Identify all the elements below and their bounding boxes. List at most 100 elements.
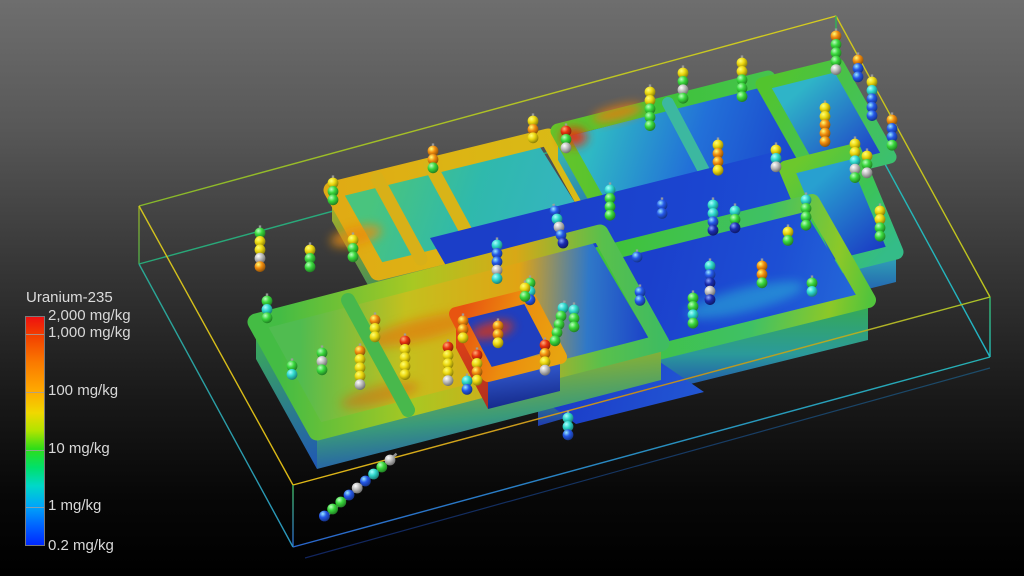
- borehole-string: [370, 312, 381, 342]
- sample-sphere: [287, 369, 298, 380]
- sample-sphere: [348, 251, 359, 262]
- sample-sphere: [783, 235, 794, 246]
- borehole-string: [493, 318, 504, 348]
- sample-sphere: [730, 222, 741, 233]
- borehole-string: [705, 258, 716, 305]
- borehole-string: [328, 175, 339, 205]
- borehole-string: [853, 52, 864, 82]
- borehole-string: [348, 232, 359, 262]
- borehole-string: [850, 136, 861, 183]
- borehole-string: [771, 142, 782, 172]
- sample-sphere: [305, 261, 316, 272]
- sample-sphere: [319, 511, 330, 522]
- sample-sphere: [708, 225, 719, 236]
- sample-sphere: [737, 91, 748, 102]
- borehole-string: [355, 343, 366, 390]
- sample-sphere: [344, 490, 355, 501]
- sample-sphere: [385, 455, 396, 466]
- borehole-string: [678, 65, 689, 103]
- borehole-string: [563, 410, 574, 440]
- borehole-string: [831, 28, 842, 75]
- sample-sphere: [368, 469, 379, 480]
- sample-sphere: [635, 295, 646, 306]
- sample-sphere: [458, 332, 469, 343]
- sample-sphere: [262, 312, 273, 323]
- borehole-string: [820, 100, 831, 147]
- sample-sphere: [820, 136, 831, 147]
- sample-sphere: [492, 273, 503, 284]
- borehole-string: [458, 313, 469, 343]
- borehole-string: [569, 302, 580, 332]
- sample-sphere: [540, 365, 551, 376]
- sample-sphere: [376, 462, 387, 473]
- sample-sphere: [853, 71, 864, 82]
- borehole-string: [492, 237, 503, 284]
- sample-sphere: [443, 375, 454, 386]
- sample-sphere: [493, 337, 504, 348]
- borehole-string: [737, 55, 748, 102]
- sample-sphere: [550, 335, 561, 346]
- sample-sphere: [705, 294, 716, 305]
- sample-sphere: [360, 476, 371, 487]
- borehole-string: [688, 290, 699, 328]
- borehole-string: [875, 203, 886, 241]
- sample-sphere: [563, 429, 574, 440]
- sample-sphere: [355, 379, 366, 390]
- sample-sphere: [317, 364, 328, 375]
- borehole-string: [708, 197, 719, 235]
- sample-sphere: [561, 142, 572, 153]
- sample-sphere: [520, 291, 531, 302]
- borehole-string: [305, 242, 316, 272]
- borehole-string: [428, 143, 439, 173]
- sample-sphere: [850, 172, 861, 183]
- sample-sphere: [327, 504, 338, 515]
- sample-sphere: [757, 277, 768, 288]
- borehole-string: [443, 339, 454, 386]
- viewport-3d[interactable]: [0, 0, 1024, 576]
- sample-sphere: [428, 162, 439, 173]
- sample-sphere: [400, 369, 411, 380]
- sample-sphere: [688, 318, 699, 329]
- sample-sphere: [867, 110, 878, 121]
- visualization-stage: Uranium-235 2,000 mg/kg 1,000 mg/kg 100 …: [0, 0, 1024, 576]
- sample-sphere: [352, 483, 363, 494]
- borehole-string: [472, 347, 483, 385]
- sample-sphere: [771, 161, 782, 172]
- borehole-string: [757, 258, 768, 288]
- borehole-string: [645, 84, 656, 131]
- sample-sphere: [807, 286, 818, 297]
- borehole-string: [317, 345, 328, 375]
- sample-sphere: [370, 331, 381, 342]
- sample-sphere: [862, 167, 873, 178]
- borehole-string: [862, 148, 873, 178]
- borehole-string: [887, 112, 898, 150]
- sample-sphere: [678, 93, 689, 104]
- borehole-string: [540, 337, 551, 375]
- sample-sphere: [887, 140, 898, 151]
- borehole-string: [867, 74, 878, 121]
- borehole-string: [801, 192, 812, 230]
- sample-sphere: [875, 231, 886, 242]
- borehole-string: [605, 182, 616, 220]
- sample-sphere: [645, 120, 656, 131]
- sample-sphere: [569, 321, 580, 332]
- borehole-string: [400, 333, 411, 380]
- sample-sphere: [335, 497, 346, 508]
- sample-sphere: [801, 220, 812, 231]
- sample-sphere: [632, 252, 643, 263]
- borehole-string: [262, 293, 273, 323]
- sample-sphere: [713, 165, 724, 176]
- sample-sphere: [328, 194, 339, 205]
- borehole-string: [561, 123, 572, 153]
- sample-sphere: [462, 384, 473, 395]
- sample-sphere: [528, 132, 539, 143]
- sample-sphere: [831, 64, 842, 75]
- borehole-string: [730, 203, 741, 233]
- sample-sphere: [657, 208, 668, 219]
- sample-sphere: [605, 210, 616, 221]
- borehole-string: [528, 113, 539, 143]
- sample-sphere: [472, 375, 483, 386]
- borehole-string: [255, 225, 266, 272]
- sample-sphere: [255, 261, 266, 272]
- sample-sphere: [558, 238, 569, 249]
